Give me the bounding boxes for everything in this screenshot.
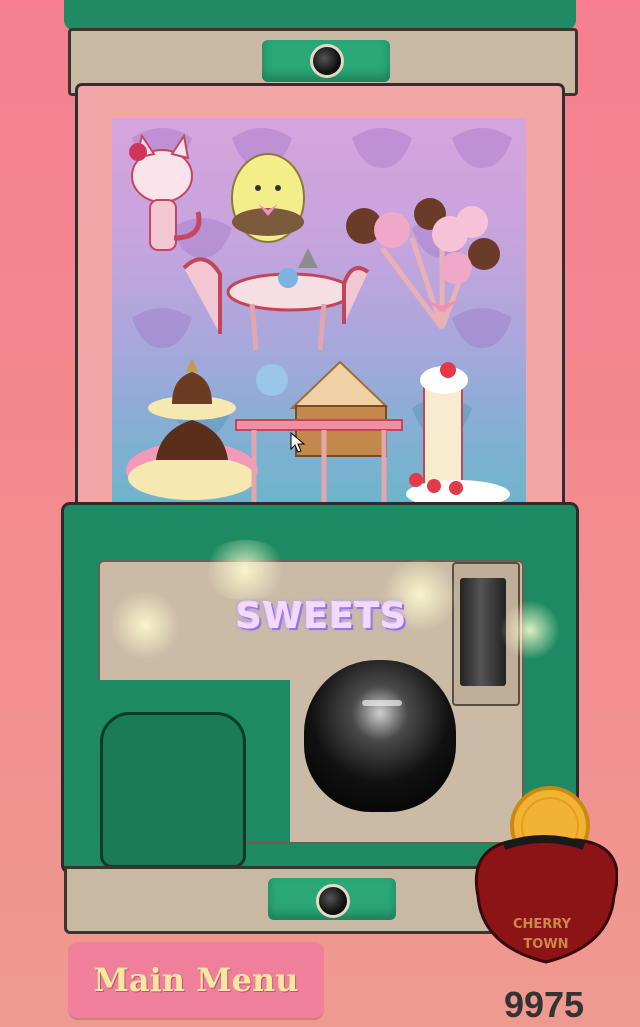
turn-knob-icon[interactable] xyxy=(304,660,456,812)
display-case-art xyxy=(126,128,512,514)
strawberry-cake-slice xyxy=(406,362,510,508)
main-menu-button[interactable]: Main Menu xyxy=(68,942,324,1018)
yellow-bird-figure xyxy=(231,153,305,243)
coin-purse-icon: CHERRY TOWN xyxy=(464,786,619,976)
dial-knob-icon xyxy=(316,884,350,918)
prize-chute-icon[interactable] xyxy=(100,712,246,868)
purse-brand-line1: CHERRY xyxy=(513,917,572,932)
knob-highlight xyxy=(362,700,402,706)
sparkle-glow xyxy=(500,600,560,660)
gingerbread-house-table xyxy=(235,360,403,514)
purse-brand-line2: TOWN xyxy=(523,937,568,952)
machine-top-cap xyxy=(64,0,576,30)
dial-knob-icon xyxy=(310,44,344,78)
display-case-window xyxy=(112,118,526,526)
sparkle-glow xyxy=(200,540,290,600)
tea-table-with-chairs xyxy=(182,248,370,351)
theme-label: SWEETS xyxy=(236,596,408,637)
coin-purse-art: CHERRY TOWN xyxy=(474,786,619,964)
coin-count: 9975 xyxy=(503,984,585,1025)
sparkle-glow xyxy=(110,590,180,660)
mouse-cursor-icon xyxy=(290,432,306,453)
